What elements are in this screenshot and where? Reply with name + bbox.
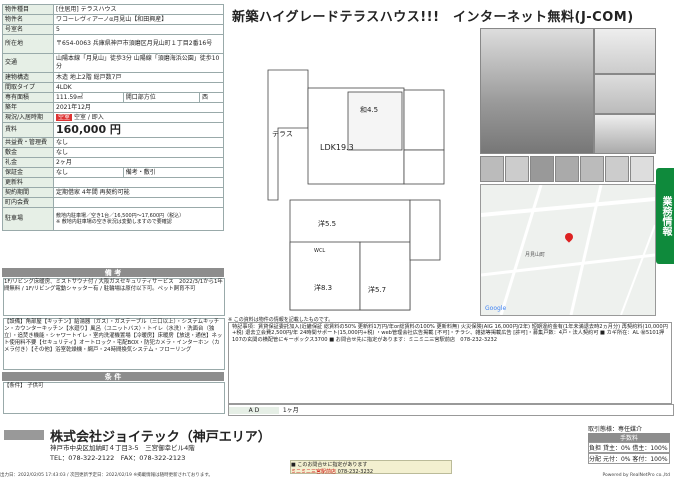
thumb-photo — [530, 156, 554, 182]
ad-row: A D 1ヶ月 — [228, 404, 674, 416]
bottom-bar: 出力日：2022/02/05 17:43:03 / 次回更新予定日：2022/0… — [0, 473, 670, 478]
logo-icon — [4, 430, 44, 440]
map-credit: Google — [485, 305, 507, 312]
vacant-badge: 空室 — [56, 113, 73, 121]
map[interactable]: 月見山町 Google — [480, 184, 656, 316]
thumb-photo — [555, 156, 579, 182]
headline: 新築ハイグレードテラスハウス!!! インターネット無料(J-COM) — [232, 10, 634, 25]
jouken-text: 【条件】 子供可 — [3, 382, 225, 414]
table-row: 物件種目 [住居用] テラスハウス — [2, 4, 224, 15]
map-area-label: 月見山町 — [525, 252, 546, 258]
table-row: 交通 山陽本線「月見山」徒歩3分 山陽線「須磨海浜公園」徒歩10分 — [2, 53, 224, 73]
table-row: 間取タイプ 4LDK — [2, 82, 224, 93]
ldk-label: LDK19.3 — [320, 143, 354, 152]
floor-plan: テラス LDK19.3 和4.5 洋5.5 洋8.3 洋5.7 WCL — [267, 69, 445, 311]
table-row: 専有面積 111.59㎡ 開口部方位西 — [2, 92, 225, 103]
map-roads — [481, 185, 655, 315]
table-row: 契約期間 定期借家 4年間 再契約可能 — [2, 187, 224, 198]
thumb-photo — [594, 28, 656, 74]
thumb-photo — [605, 156, 629, 182]
jouken-header: 条 件 — [2, 372, 224, 381]
wcl-label: WCL — [314, 248, 325, 254]
table-row: 保証金 なし 備考・敷引 — [2, 167, 225, 178]
thumb-photo — [594, 114, 656, 154]
table-row: 敷金 なし — [2, 147, 224, 158]
company-tel: TEL：078-322-2122 FAX：078-322-2123 — [50, 454, 186, 462]
company-address: 神戸市中央区加納町４丁目3-5 三宮御幸ビル4階 — [50, 444, 195, 452]
table-row: 号室名 5 — [2, 24, 224, 35]
thumb-photo — [505, 156, 529, 182]
notes-section: 特記事項：賃貸保証委託加入(近畿保証 総賃料の50% 更新料1万円/年or総賃料… — [228, 322, 672, 404]
terrace-label: テラス — [272, 130, 293, 138]
table-row: 更新料 — [2, 177, 224, 188]
setsubi-text: 【設備】角部屋【キッチン】給湯器（ガス）・ガステーブル（三口以上）・システムキッ… — [3, 318, 225, 370]
thumb-photo — [480, 156, 504, 182]
table-row: 建物構造 木造 地上2階 総戸数7戸 — [2, 72, 224, 83]
gyoumu-jouhou-badge[interactable]: 業務情報 — [656, 168, 674, 264]
thumb-photo — [630, 156, 654, 182]
bikou-header: 備 考 — [2, 268, 224, 277]
rent-price: 160,000 円 — [53, 122, 224, 138]
table-row: 礼金 2ヶ月 — [2, 157, 224, 168]
washitsu-label: 和4.5 — [360, 105, 378, 114]
table-row: 町内会費 — [2, 197, 224, 208]
thumb-photo — [580, 156, 604, 182]
main-photo — [480, 28, 594, 154]
yo57-label: 洋5.7 — [368, 285, 386, 294]
bikou-text: 1F/リビング床暖房、ミストサウナ付 / 大阪ガスセキュリティサービス 2022… — [3, 278, 225, 316]
table-row: 所在地 〒654-0063 兵庫県神戸市須磨区月見山町１丁目2番16号 — [2, 34, 224, 54]
yo55-label: 洋5.5 — [318, 219, 336, 228]
yo83-label: 洋8.3 — [314, 283, 332, 292]
table-row: 築年 2021年12月 — [2, 102, 224, 113]
table-row: 物件名 ワコーレヴィアーノα月見山【和田興産】 — [2, 14, 224, 25]
table-row: 賃料 160,000 円 — [2, 122, 224, 138]
spec-table: 物件種目 [住居用] テラスハウス 物件名 ワコーレヴィアーノα月見山【和田興産】 … — [2, 4, 225, 231]
table-row: 共益費・管理費 なし — [2, 137, 224, 148]
table-row: 駐車場 敷地内駐車場／空き1台／16,500円～17,600円（税込） ※ 敷地内駐… — [2, 207, 224, 231]
torihiki-box: 取引態様：専任媒介 手数料 負担 貸主：0% 借主：100% 分配 元付：0% … — [588, 424, 670, 464]
thumb-photo — [594, 74, 656, 114]
table-row: 現況/入居時期 空室 空室 / 即入 — [2, 112, 224, 123]
